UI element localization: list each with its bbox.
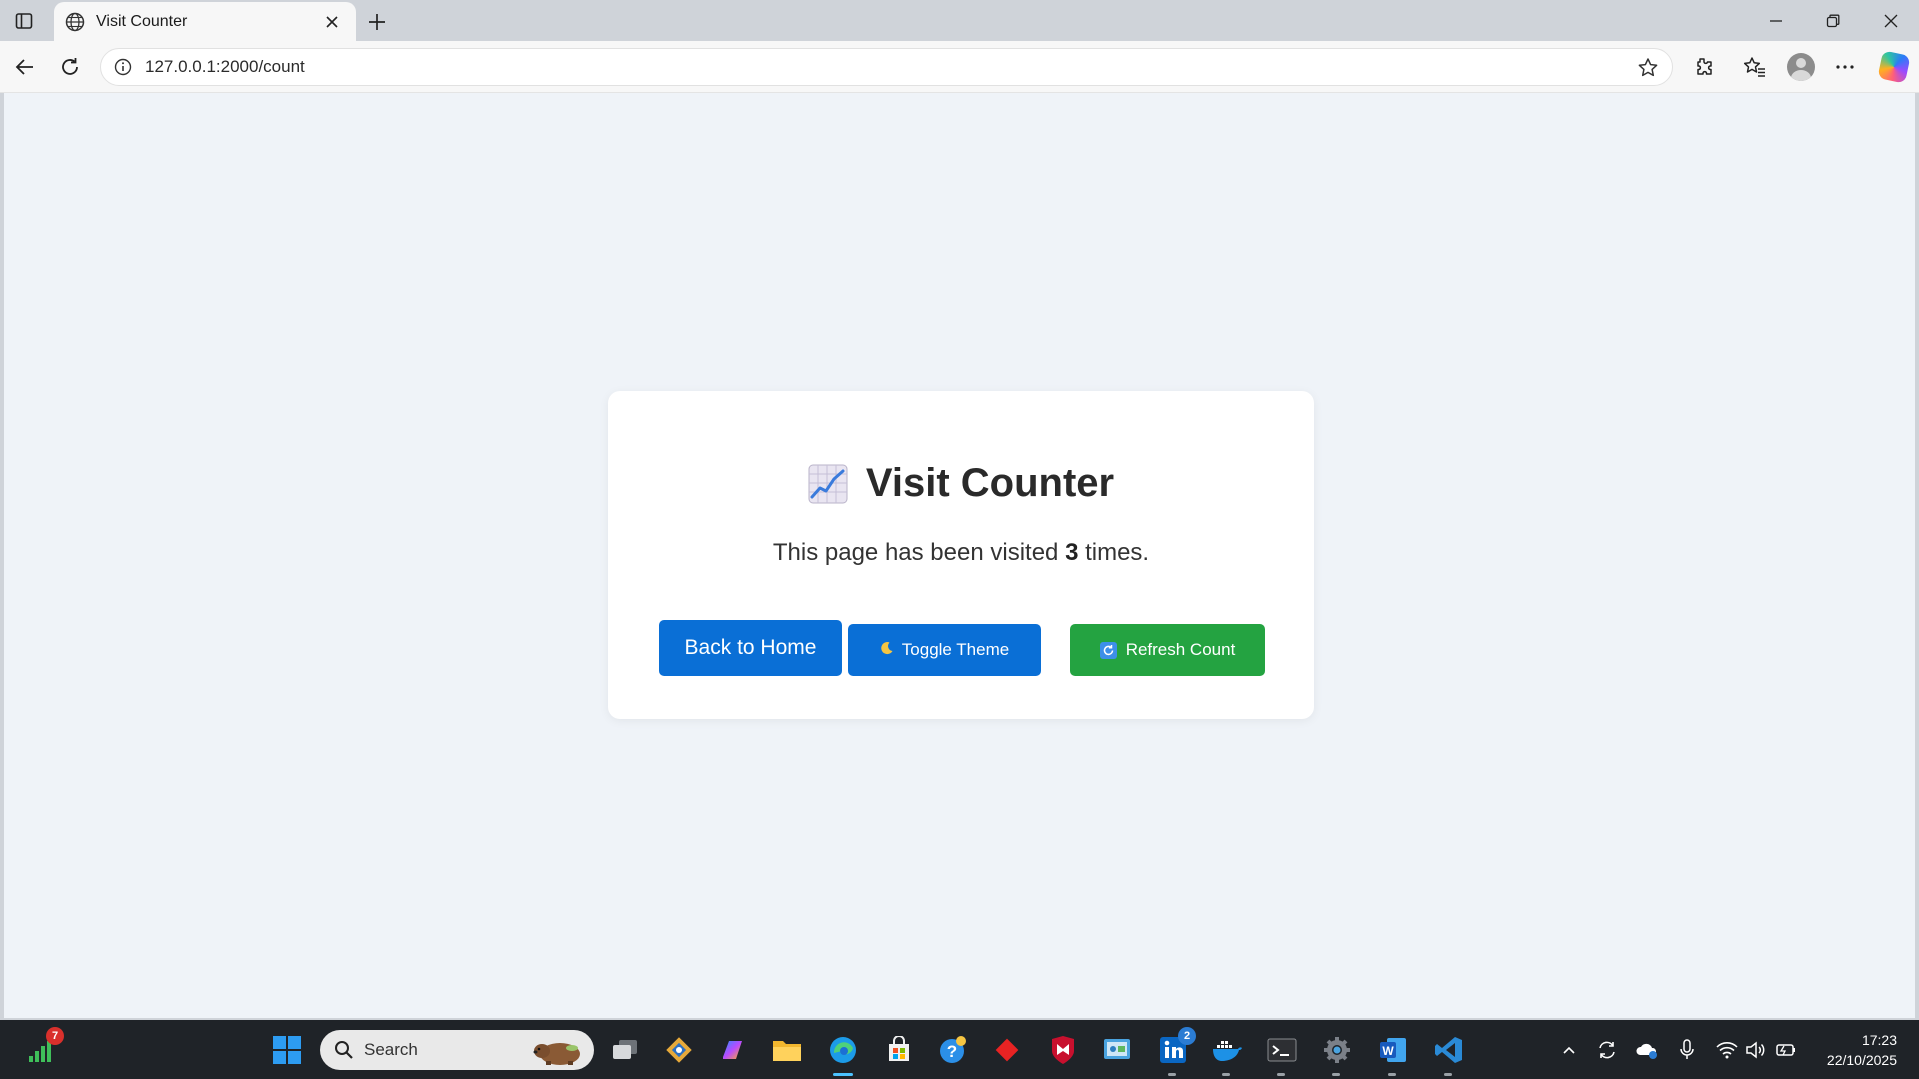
back-to-home-button[interactable]: Back to Home [659, 620, 842, 676]
visit-counter-card: Visit Counter This page has been visited… [608, 391, 1314, 719]
toggle-theme-label: Toggle Theme [901, 640, 1010, 659]
search-placeholder: Search [364, 1040, 418, 1059]
clock-time: 17:23 [1861, 1032, 1897, 1048]
reload-icon[interactable] [55, 52, 85, 82]
chevron-up-icon[interactable] [1557, 1038, 1581, 1062]
address-bar[interactable]: 127.0.0.1:2000/count [100, 48, 1673, 86]
settings-gear-icon[interactable] [1320, 1033, 1354, 1076]
task-view-icon[interactable] [608, 1033, 642, 1067]
extensions-icon[interactable] [1688, 52, 1718, 82]
favorite-star-icon[interactable] [1636, 56, 1660, 80]
browser-toolbar: 127.0.0.1:2000/count [0, 41, 1919, 93]
sync-icon[interactable] [1595, 1038, 1619, 1062]
signal-bars-icon[interactable]: 7 [24, 1027, 64, 1067]
docker-icon[interactable] [1210, 1033, 1244, 1076]
wifi-icon[interactable] [1715, 1038, 1739, 1062]
refresh-count-label: Refresh Count [1125, 640, 1236, 659]
volume-icon[interactable] [1744, 1038, 1768, 1062]
sidebar-toggle-icon[interactable] [12, 9, 36, 33]
windows-taskbar: 7 Search ? 2 W 17:23 22/10/2025 [0, 1020, 1919, 1079]
mcafee-icon[interactable] [1046, 1033, 1080, 1067]
running-indicator [1277, 1073, 1285, 1076]
url-text[interactable]: 127.0.0.1:2000/count [145, 57, 305, 77]
crescent-moon-icon [880, 641, 894, 659]
copilot-icon[interactable] [1877, 50, 1911, 84]
git-tool-icon[interactable] [662, 1033, 696, 1067]
restore-icon[interactable] [1819, 8, 1847, 34]
get-help-icon[interactable]: ? [936, 1033, 970, 1067]
running-indicator [1444, 1073, 1452, 1076]
taskbar-search-input[interactable]: Search [320, 1030, 594, 1070]
system-clock[interactable]: 17:23 22/10/2025 [1787, 1030, 1897, 1070]
close-tab-icon[interactable] [322, 12, 342, 32]
browser-tab-active[interactable]: Visit Counter [54, 2, 356, 41]
vscode-icon[interactable] [1432, 1033, 1466, 1076]
edge-browser-icon[interactable] [826, 1033, 860, 1076]
running-indicator [1332, 1073, 1340, 1076]
favorites-icon[interactable] [1740, 52, 1770, 82]
search-icon [335, 1041, 353, 1059]
minimize-icon[interactable] [1762, 8, 1790, 34]
page-viewport: Visit Counter This page has been visited… [4, 93, 1915, 1018]
linkedin-icon[interactable]: 2 [1156, 1027, 1196, 1076]
running-indicator [1168, 1073, 1176, 1076]
refresh-arrows-icon [1099, 641, 1117, 659]
windows-start-icon[interactable] [270, 1033, 304, 1067]
terminal-icon[interactable] [1265, 1033, 1299, 1076]
chart-increasing-icon [808, 464, 848, 503]
heading-text: Visit Counter [865, 461, 1115, 505]
browser-tab-bar: Visit Counter [0, 0, 1919, 41]
edge-active-indicator [833, 1073, 853, 1076]
back-arrow-icon[interactable] [10, 52, 40, 82]
visit-count-text: This page has been visited 3 times. [772, 539, 1150, 566]
red-diamond-app-icon[interactable] [990, 1033, 1024, 1067]
site-info-icon[interactable] [113, 57, 133, 77]
wombat-illustration-icon [533, 1043, 580, 1065]
more-options-icon[interactable] [1830, 52, 1860, 82]
microsoft-store-icon[interactable] [882, 1033, 916, 1067]
running-indicator [1222, 1073, 1230, 1076]
signal-badge: 7 [46, 1027, 64, 1045]
visit-count-value: 3 [1065, 539, 1079, 566]
linkedin-badge: 2 [1178, 1027, 1196, 1045]
clock-date: 22/10/2025 [1826, 1052, 1897, 1068]
file-explorer-icon[interactable] [770, 1033, 804, 1067]
refresh-count-button[interactable]: Refresh Count [1070, 624, 1265, 676]
page-title: Visit Counter [608, 461, 1314, 506]
copilot-app-icon[interactable] [716, 1033, 750, 1067]
profile-avatar-icon[interactable] [1787, 53, 1815, 81]
word-icon[interactable]: W [1376, 1033, 1410, 1076]
control-panel-icon[interactable] [1100, 1033, 1134, 1067]
new-tab-icon[interactable] [364, 9, 390, 35]
globe-icon [65, 12, 85, 31]
onedrive-cloud-icon[interactable] [1635, 1038, 1659, 1062]
tab-title: Visit Counter [96, 12, 188, 30]
close-window-icon[interactable] [1877, 8, 1905, 34]
svg-text:?: ? [947, 1042, 957, 1061]
svg-text:W: W [1382, 1044, 1394, 1058]
running-indicator [1388, 1073, 1396, 1076]
microphone-icon[interactable] [1675, 1038, 1699, 1062]
toggle-theme-button[interactable]: Toggle Theme [848, 624, 1041, 676]
